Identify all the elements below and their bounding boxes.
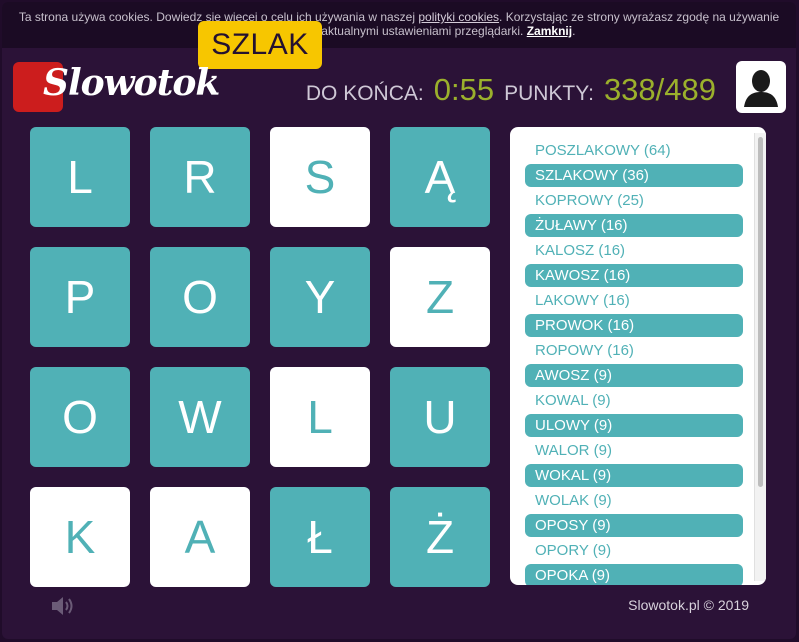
letter-tile[interactable]: O xyxy=(30,367,130,467)
points-label: PUNKTY: xyxy=(504,82,594,105)
letter-tile[interactable]: U xyxy=(390,367,490,467)
word-list-item: LAKOWY (16) xyxy=(535,292,630,309)
status-bar: DO KOŃCA: 0:55 PUNKTY: 338/489 xyxy=(306,72,726,112)
game-window: Ta strona używa cookies. Dowiedz się wię… xyxy=(2,2,796,639)
cookie-bar: Ta strona używa cookies. Dowiedz się wię… xyxy=(2,2,796,48)
word-list-item: ROPOWY (16) xyxy=(535,342,634,359)
word-list-item: PROWOK (16) xyxy=(525,314,743,337)
cookie-text-end: . xyxy=(572,24,576,38)
word-list-item: ULOWY (9) xyxy=(525,414,743,437)
word-list: POSZLAKOWY (64) SZLAKOWY (36) KOPROWY (25)… xyxy=(525,139,743,585)
word-list-item: WOKAL (9) xyxy=(525,464,743,487)
word-list-item: OPOKA (9) xyxy=(525,564,743,585)
word-list-item: OPORY (9) xyxy=(535,542,612,559)
user-avatar-icon[interactable] xyxy=(736,61,786,113)
letter-tile[interactable]: R xyxy=(150,127,250,227)
letter-tile[interactable]: O xyxy=(150,247,250,347)
word-list-item: WOLAK (9) xyxy=(535,492,612,509)
letter-tile[interactable]: Ł xyxy=(270,487,370,587)
footer-copyright: Slowotok.pl © 2019 xyxy=(628,597,749,613)
letter-tile[interactable]: P xyxy=(30,247,130,347)
letter-tile[interactable]: L xyxy=(30,127,130,227)
scrollbar-thumb[interactable] xyxy=(758,137,763,487)
letter-tile[interactable]: Ą xyxy=(390,127,490,227)
letter-tile[interactable]: Ż xyxy=(390,487,490,587)
word-list-item: WALOR (9) xyxy=(535,442,612,459)
word-list-item: AWOSZ (9) xyxy=(525,364,743,387)
cookie-close-link[interactable]: Zamknij xyxy=(527,24,572,38)
word-list-scrollbar[interactable] xyxy=(754,133,766,581)
word-list-item: KAWOSZ (16) xyxy=(525,264,743,287)
word-list-item: ŻUŁAWY (16) xyxy=(525,214,743,237)
word-list-item: KALOSZ (16) xyxy=(535,242,626,259)
logo[interactable]: Slowotok xyxy=(13,62,220,114)
letter-tile[interactable]: A xyxy=(150,487,250,587)
logo-text: Slowotok xyxy=(43,62,220,104)
cookie-policy-link[interactable]: polityki cookies xyxy=(418,10,499,24)
word-list-item: POSZLAKOWY (64) xyxy=(535,142,671,159)
word-list-item: OPOSY (9) xyxy=(525,514,743,537)
word-list-panel: POSZLAKOWY (64) SZLAKOWY (36) KOPROWY (25)… xyxy=(510,127,766,585)
letter-tile[interactable]: Y xyxy=(270,247,370,347)
word-list-item: SZLAKOWY (36) xyxy=(525,164,743,187)
points-value: 338/489 xyxy=(603,72,716,107)
letter-tile[interactable]: L xyxy=(270,367,370,467)
word-list-item: KOWAL (9) xyxy=(535,392,611,409)
letter-tile[interactable]: W xyxy=(150,367,250,467)
time-value: 0:55 xyxy=(433,72,495,107)
time-label: DO KOŃCA: xyxy=(305,82,424,105)
letter-tile[interactable]: K xyxy=(30,487,130,587)
letter-tile[interactable]: S xyxy=(270,127,370,227)
letter-board: LRSĄPOYZOWLUKAŁŻ xyxy=(30,127,490,587)
letter-tile[interactable]: Z xyxy=(390,247,490,347)
speaker-icon[interactable] xyxy=(50,596,76,616)
word-list-item: KOPROWY (25) xyxy=(535,192,644,209)
